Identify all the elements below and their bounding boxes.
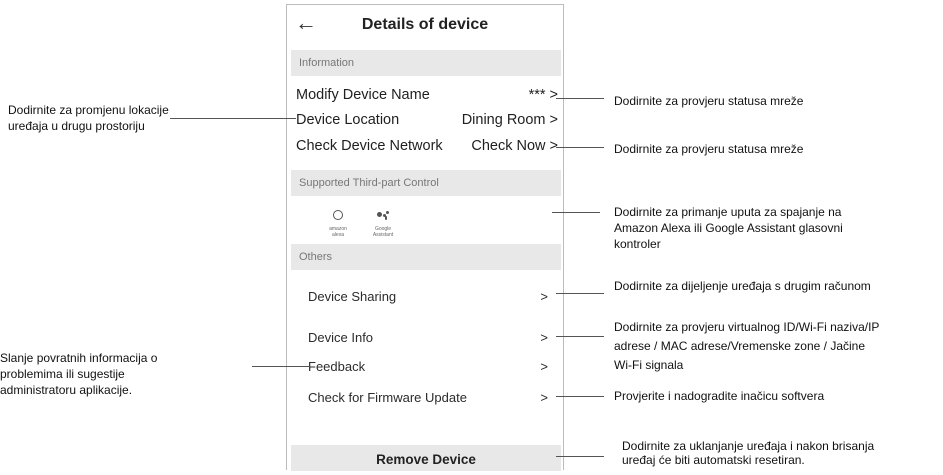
row-label: Check for Firmware Update [308, 390, 467, 405]
google-assistant-item[interactable]: Google Assistant [365, 207, 401, 238]
callout-line: Amazon Alexa ili Google Assistant glasov… [614, 221, 843, 235]
row-value: Check Now > [471, 138, 558, 154]
callout-line: Wi-Fi signala [614, 358, 684, 372]
leader-line [556, 293, 604, 294]
device-sharing-row[interactable]: Device Sharing > [308, 289, 548, 309]
callout-line: Dodirnite za dijeljenje uređaja s drugim… [614, 279, 871, 293]
callout-line: Dodirnite za uklanjanje uređaja i nakon … [622, 439, 875, 453]
row-value: Dining Room > [461, 112, 558, 128]
check-device-network-row[interactable]: Check Device Network Check Now > [296, 138, 558, 160]
callout-device-location: Dodirnite za promjenu lokacije uređaja u… [8, 102, 169, 134]
amazon-alexa-caption: amazon alexa [329, 226, 347, 238]
leader-line [556, 147, 604, 148]
callout-network: Dodirnite za provjeru statusa mreže [614, 141, 803, 157]
section-header-others: Others [291, 244, 561, 270]
callout-firmware: Provjerite i nadogradite inačicu softver… [614, 388, 824, 404]
row-label: Device Info [308, 330, 374, 345]
callout-modify-name: Dodirnite za provjeru statusa mreže [614, 93, 803, 109]
callout-line: uređaja u drugu prostoriju [8, 119, 145, 133]
chevron-right-icon: > [540, 330, 548, 345]
row-label: Device Sharing [308, 289, 397, 304]
callout-line: Slanje povratnih informacija o [0, 351, 158, 365]
amazon-alexa-item[interactable]: amazon alexa [323, 207, 353, 238]
remove-device-button[interactable]: Remove Device [291, 445, 561, 471]
leader-line [556, 456, 604, 457]
third-party-control-list: amazon alexa Google Assistant [323, 207, 473, 238]
leader-line [552, 212, 600, 213]
callout-remove: Dodirnite za uklanjanje uređaja i nakon … [622, 439, 874, 467]
callout-third-party: Dodirnite za primanje uputa za spajanje … [614, 204, 843, 252]
title-bar: ← Details of device [287, 5, 563, 45]
callout-line: administratoru aplikacije. [0, 383, 133, 397]
chevron-right-icon: > [540, 289, 548, 304]
callout-line: Provjerite i nadogradite inačicu softver… [614, 389, 825, 403]
chevron-right-icon: > [540, 390, 548, 405]
feedback-row[interactable]: Feedback > [308, 359, 548, 379]
callout-line: Dodirnite za provjeru statusa mreže [614, 94, 804, 108]
row-label: Check Device Network [296, 138, 443, 154]
callout-line: uređaj će biti automatski resetiran. [622, 453, 805, 467]
leader-line [556, 336, 604, 337]
section-header-information: Information [291, 50, 561, 76]
callout-line: adrese / MAC adrese/Vremenske zone / Jač… [614, 339, 866, 353]
callout-line: Dodirnite za provjeru statusa mreže [614, 142, 804, 156]
device-details-screen: ← Details of device Information Modify D… [286, 4, 564, 471]
firmware-update-row[interactable]: Check for Firmware Update > [308, 390, 548, 410]
callout-line: Dodirnite za primanje uputa za spajanje … [614, 205, 842, 219]
leader-line [170, 118, 296, 119]
callout-feedback: Slanje povratnih informacija o problemim… [0, 350, 157, 398]
leader-line [556, 396, 604, 397]
callout-line: problemima ili sugestije [0, 367, 125, 381]
modify-device-name-row[interactable]: Modify Device Name *** > [296, 87, 558, 109]
google-assistant-icon [377, 211, 389, 220]
callout-line: kontroler [614, 237, 661, 251]
leader-line [252, 366, 310, 367]
row-label: Feedback [308, 359, 366, 374]
callout-sharing: Dodirnite za dijeljenje uređaja s drugim… [614, 278, 871, 294]
leader-line [556, 98, 604, 99]
device-location-row[interactable]: Device Location Dining Room > [296, 112, 558, 134]
callout-device-info: Dodirnite za provjeru virtualnog ID/Wi-F… [614, 318, 879, 375]
row-label: Modify Device Name [296, 87, 430, 103]
device-info-row[interactable]: Device Info > [308, 330, 548, 350]
row-value: *** > [528, 87, 558, 103]
callout-line: Dodirnite za promjenu lokacije [8, 103, 169, 117]
google-assistant-caption: Google Assistant [372, 226, 394, 238]
callout-line: Dodirnite za provjeru virtualnog ID/Wi-F… [614, 320, 880, 334]
amazon-alexa-icon [333, 210, 343, 220]
page-title: Details of device [361, 16, 489, 33]
row-label: Device Location [296, 112, 400, 128]
chevron-right-icon: > [540, 359, 548, 374]
section-header-third-party: Supported Third-part Control [291, 170, 561, 196]
